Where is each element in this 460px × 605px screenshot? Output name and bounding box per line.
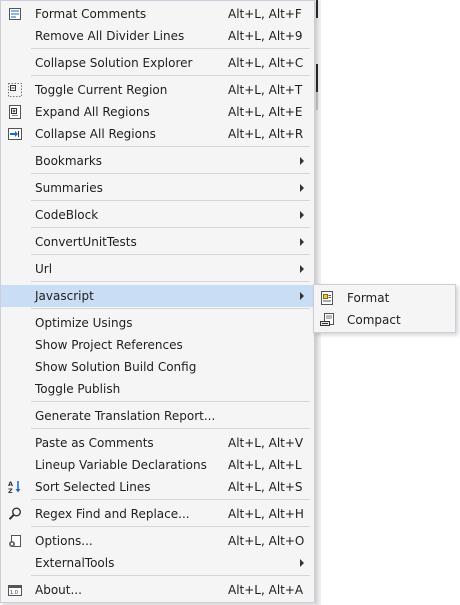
submenu-arrow-icon <box>300 559 304 567</box>
menu-item-codeblock[interactable]: CodeBlock <box>1 204 314 226</box>
menu-item-options[interactable]: Options... Alt+L, Alt+O <box>1 530 314 552</box>
menu-separator <box>31 428 310 429</box>
menu-item-remove-divider-lines[interactable]: Remove All Divider Lines Alt+L, Alt+9 <box>1 25 314 47</box>
menu-item-toggle-publish[interactable]: Toggle Publish <box>1 378 314 400</box>
context-menu: Format Comments Alt+L, Alt+F Remove All … <box>0 0 315 603</box>
menu-item-format-comments[interactable]: Format Comments Alt+L, Alt+F <box>1 3 314 25</box>
menu-item-collapse-solution-explorer[interactable]: Collapse Solution Explorer Alt+L, Alt+C <box>1 52 314 74</box>
menu-item-summaries[interactable]: Summaries <box>1 177 314 199</box>
submenu-item-format[interactable]: Format <box>314 287 455 309</box>
format-icon <box>319 290 335 306</box>
menu-item-externaltools[interactable]: ExternalTools <box>1 552 314 574</box>
toggle-region-icon <box>7 82 23 98</box>
submenu-item-compact[interactable]: Compact <box>314 309 455 331</box>
menu-item-convertunittests[interactable]: ConvertUnitTests <box>1 231 314 253</box>
expand-regions-icon <box>7 104 23 120</box>
menu-separator <box>31 75 310 76</box>
menu-item-regex-find-replace[interactable]: Regex Find and Replace... Alt+L, Alt+H <box>1 503 314 525</box>
menu-item-lineup-variable-declarations[interactable]: Lineup Variable Declarations Alt+L, Alt+… <box>1 454 314 476</box>
svg-text:Z: Z <box>8 487 13 495</box>
menu-item-javascript[interactable]: Javascript <box>1 285 314 307</box>
sort-az-icon: AZ <box>7 479 23 495</box>
menu-separator <box>31 48 310 49</box>
menu-item-show-solution-build-config[interactable]: Show Solution Build Config <box>1 356 314 378</box>
menu-separator <box>31 254 310 255</box>
menu-item-toggle-current-region[interactable]: Toggle Current Region Alt+L, Alt+T <box>1 79 314 101</box>
menu-separator <box>31 526 310 527</box>
menu-separator <box>31 227 310 228</box>
compact-icon <box>319 312 335 328</box>
menu-item-bookmarks[interactable]: Bookmarks <box>1 150 314 172</box>
menu-separator <box>31 281 310 282</box>
background-mark <box>316 92 318 110</box>
menu-separator <box>31 575 310 576</box>
submenu-arrow-icon <box>300 157 304 165</box>
menu-item-collapse-all-regions[interactable]: Collapse All Regions Alt+L, Alt+R <box>1 123 314 145</box>
menu-separator <box>31 146 310 147</box>
svg-text:1.0: 1.0 <box>10 590 18 596</box>
background-mark <box>316 64 318 92</box>
menu-item-url[interactable]: Url <box>1 258 314 280</box>
menu-item-sort-selected-lines[interactable]: AZ Sort Selected Lines Alt+L, Alt+S <box>1 476 314 498</box>
options-icon <box>7 533 23 549</box>
menu-item-expand-all-regions[interactable]: Expand All Regions Alt+L, Alt+E <box>1 101 314 123</box>
format-comments-icon <box>7 6 23 22</box>
javascript-submenu: Format Compact <box>313 284 456 333</box>
collapse-regions-icon <box>7 126 23 142</box>
menu-separator <box>31 173 310 174</box>
menu-item-about[interactable]: 1.0 About... Alt+L, Alt+A <box>1 579 314 601</box>
about-icon: 1.0 <box>7 582 23 598</box>
submenu-arrow-icon <box>300 292 304 300</box>
menu-separator <box>31 308 310 309</box>
menu-separator <box>31 401 310 402</box>
submenu-arrow-icon <box>300 184 304 192</box>
submenu-arrow-icon <box>300 238 304 246</box>
menu-item-optimize-usings[interactable]: Optimize Usings <box>1 312 314 334</box>
submenu-arrow-icon <box>300 211 304 219</box>
menu-item-paste-as-comments[interactable]: Paste as Comments Alt+L, Alt+V <box>1 432 314 454</box>
menu-separator <box>31 200 310 201</box>
search-icon <box>7 506 23 522</box>
menu-separator <box>31 499 310 500</box>
menu-item-generate-translation-report[interactable]: Generate Translation Report... <box>1 405 314 427</box>
menu-item-show-project-references[interactable]: Show Project References <box>1 334 314 356</box>
submenu-arrow-icon <box>300 265 304 273</box>
background-mark <box>316 0 318 18</box>
